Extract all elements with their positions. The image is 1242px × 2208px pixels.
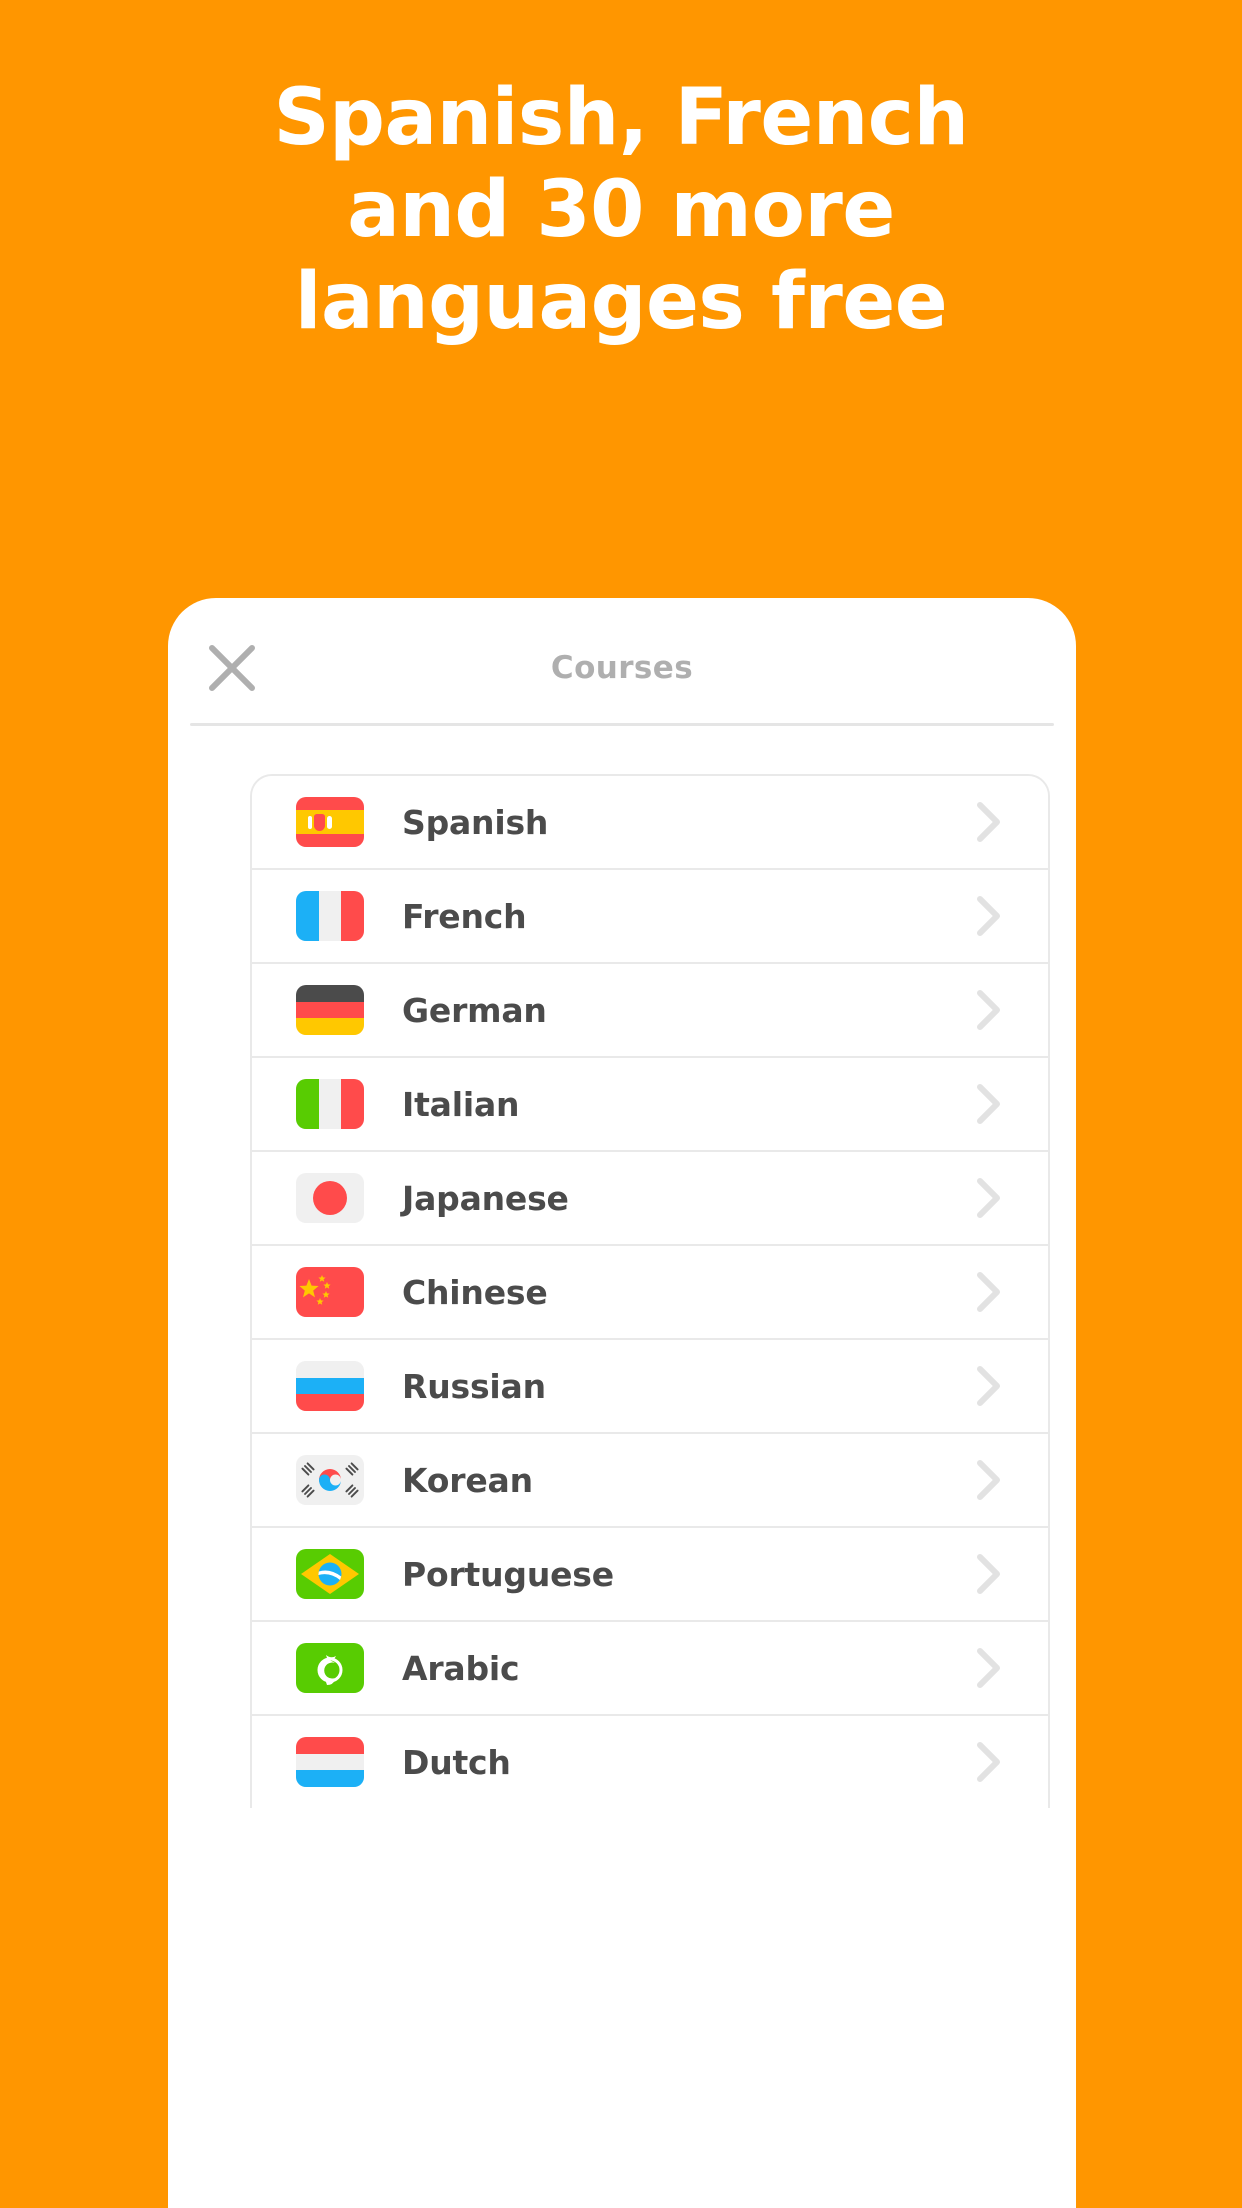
course-label: French [402, 896, 527, 936]
course-label: Dutch [402, 1742, 511, 1782]
headline-line-1: Spanish, French [273, 73, 969, 163]
chevron-right-icon[interactable] [976, 1458, 1002, 1502]
headline-line-2: and 30 more [347, 165, 895, 255]
course-row[interactable]: Portuguese [252, 1528, 1048, 1622]
course-row[interactable]: Spanish [252, 776, 1048, 870]
germany-flag-icon [296, 985, 364, 1035]
course-label: Arabic [402, 1648, 520, 1688]
course-row[interactable]: Chinese [252, 1246, 1048, 1340]
header-divider [190, 723, 1054, 726]
chevron-right-icon[interactable] [976, 1552, 1002, 1596]
japan-flag-icon [296, 1173, 364, 1223]
headline-line-3: languages free [294, 257, 948, 347]
course-label: Chinese [402, 1272, 548, 1312]
course-label: Japanese [402, 1178, 569, 1218]
china-flag-icon [296, 1267, 364, 1317]
netherlands-flag-icon [296, 1737, 364, 1787]
page-title: Spanish, French and 30 more languages fr… [0, 72, 1242, 348]
course-label: Korean [402, 1460, 533, 1500]
chevron-right-icon[interactable] [976, 800, 1002, 844]
card-header: Courses [168, 598, 1076, 726]
france-flag-icon [296, 891, 364, 941]
korea-flag-icon [296, 1455, 364, 1505]
chevron-right-icon[interactable] [976, 1082, 1002, 1126]
arabic-flag-icon [296, 1643, 364, 1693]
course-row[interactable]: German [252, 964, 1048, 1058]
course-row[interactable]: Japanese [252, 1152, 1048, 1246]
course-row[interactable]: Italian [252, 1058, 1048, 1152]
course-label: Portuguese [402, 1554, 614, 1594]
courses-card: Courses Spanish French German Italian Ja… [168, 598, 1076, 2208]
course-row[interactable]: Russian [252, 1340, 1048, 1434]
spain-flag-icon [296, 797, 364, 847]
course-label: Russian [402, 1366, 546, 1406]
italy-flag-icon [296, 1079, 364, 1129]
card-title: Courses [550, 650, 694, 686]
chevron-right-icon[interactable] [976, 894, 1002, 938]
chevron-right-icon[interactable] [976, 988, 1002, 1032]
app-store-screenshot: Spanish, French and 30 more languages fr… [0, 0, 1242, 2208]
course-label: Italian [402, 1084, 520, 1124]
chevron-right-icon[interactable] [976, 1740, 1002, 1784]
course-label: German [402, 990, 547, 1030]
course-row[interactable]: Arabic [252, 1622, 1048, 1716]
courses-list: Spanish French German Italian Japanese C… [250, 774, 1050, 1808]
brazil-flag-icon [296, 1549, 364, 1599]
course-row[interactable]: French [252, 870, 1048, 964]
course-row[interactable]: Dutch [252, 1716, 1048, 1808]
course-row[interactable]: Korean [252, 1434, 1048, 1528]
russia-flag-icon [296, 1361, 364, 1411]
chevron-right-icon[interactable] [976, 1270, 1002, 1314]
course-label: Spanish [402, 802, 549, 842]
chevron-right-icon[interactable] [976, 1364, 1002, 1408]
chevron-right-icon[interactable] [976, 1646, 1002, 1690]
chevron-right-icon[interactable] [976, 1176, 1002, 1220]
